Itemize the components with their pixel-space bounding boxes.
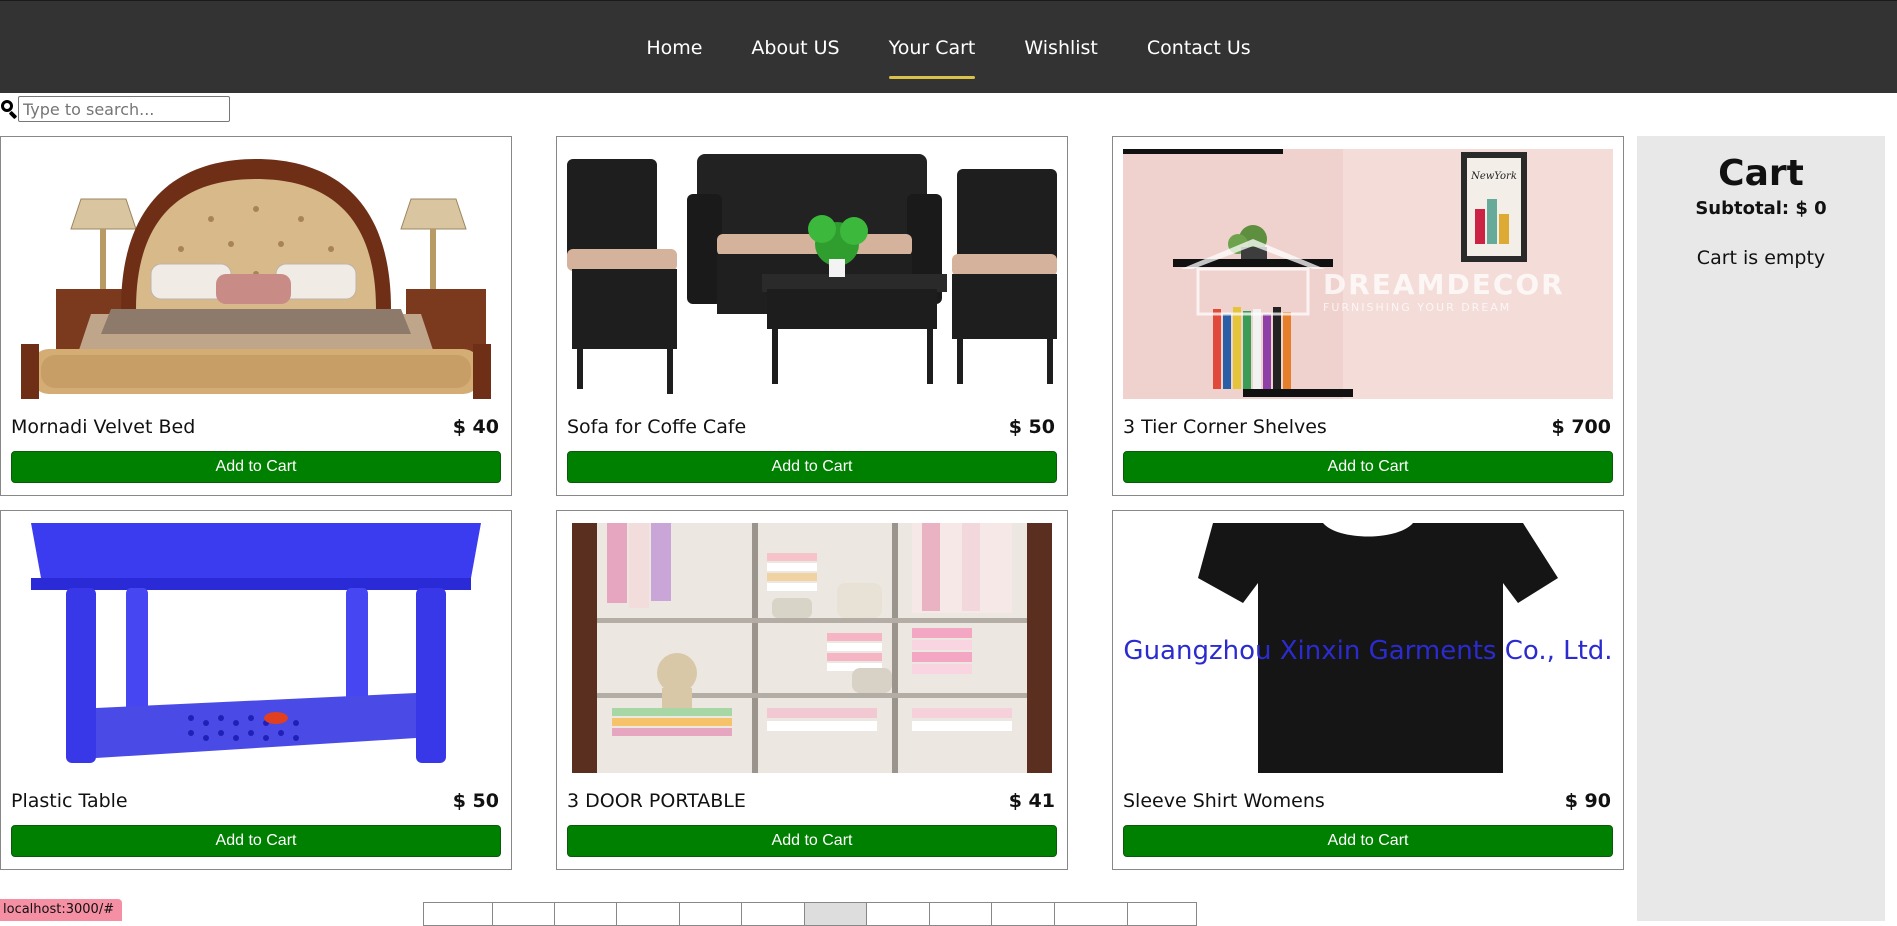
add-to-cart-button[interactable]: Add to Cart [11, 451, 501, 483]
product-card: Mornadi Velvet Bed $ 40 Add to Cart [0, 136, 512, 496]
wardrobe-illustration [567, 523, 1057, 773]
product-name: 3 Tier Corner Shelves [1123, 416, 1327, 438]
bed-illustration [11, 149, 501, 399]
add-to-cart-button[interactable]: Add to Cart [567, 825, 1057, 857]
bed-image[interactable] [11, 149, 501, 399]
nav-item-about[interactable]: About US [751, 35, 839, 61]
pagination-button-active[interactable] [804, 902, 866, 926]
product-card: Sofa for Coffe Cafe $ 50 Add to Cart [556, 136, 1068, 496]
sofa-image[interactable] [567, 149, 1057, 399]
nav-link-contact[interactable]: Contact Us [1147, 35, 1251, 61]
product-price: $ 40 [452, 416, 499, 438]
add-to-cart-button[interactable]: Add to Cart [1123, 451, 1613, 483]
cart-sidebar: Cart Subtotal: $ 0 Cart is empty [1637, 136, 1885, 921]
table-illustration [11, 523, 501, 773]
product-name: 3 DOOR PORTABLE [567, 790, 746, 812]
pagination-button[interactable] [866, 902, 929, 926]
search-icon[interactable] [0, 99, 18, 120]
pagination-button[interactable] [991, 902, 1054, 926]
pagination-button[interactable] [929, 902, 991, 926]
add-to-cart-button[interactable]: Add to Cart [1123, 825, 1613, 857]
product-card: Plastic Table $ 50 Add to Cart [0, 510, 512, 870]
nav-menu: Home About US Your Cart Wishlist Contact… [0, 1, 1897, 94]
product-price: $ 90 [1564, 790, 1611, 812]
cart-subtotal: Subtotal: $ 0 [1695, 198, 1827, 219]
status-url: localhost:3000/# [0, 899, 123, 921]
nav-item-contact[interactable]: Contact Us [1147, 35, 1251, 61]
product-card: 3 DOOR PORTABLE $ 41 Add to Cart [556, 510, 1068, 870]
product-card: Guangzhou Xinxin Garments Co., Ltd. Slee… [1112, 510, 1624, 870]
nav-link-wishlist[interactable]: Wishlist [1024, 35, 1098, 61]
pagination-button[interactable] [741, 902, 804, 926]
add-to-cart-button[interactable]: Add to Cart [567, 451, 1057, 483]
wardrobe-image[interactable] [567, 523, 1057, 773]
sofa-illustration [567, 149, 1057, 399]
pagination [423, 902, 1197, 926]
search-input[interactable] [18, 96, 230, 122]
pagination-button[interactable] [1054, 902, 1127, 926]
add-to-cart-button[interactable]: Add to Cart [11, 825, 501, 857]
product-price: $ 50 [452, 790, 499, 812]
nav-item-your-cart[interactable]: Your Cart [889, 35, 976, 61]
shirt-illustration: Guangzhou Xinxin Garments Co., Ltd. [1123, 523, 1613, 773]
shelves-illustration: NewYork DREAMDECOR FURNISHING YOUR DREAM [1123, 149, 1613, 399]
top-navbar: Home About US Your Cart Wishlist Contact… [0, 0, 1897, 93]
product-name: Sofa for Coffe Cafe [567, 416, 747, 438]
cart-title: Cart [1718, 153, 1804, 194]
pagination-button[interactable] [616, 902, 679, 926]
pagination-button[interactable] [1127, 902, 1197, 926]
shelves-image[interactable]: NewYork DREAMDECOR FURNISHING YOUR DREAM [1123, 149, 1613, 399]
product-name: Sleeve Shirt Womens [1123, 790, 1325, 812]
pagination-button[interactable] [423, 902, 492, 926]
product-price: $ 41 [1008, 790, 1055, 812]
nav-item-wishlist[interactable]: Wishlist [1024, 35, 1098, 61]
table-image[interactable] [11, 523, 501, 773]
nav-item-home[interactable]: Home [646, 35, 702, 61]
poster-text: NewYork [1470, 171, 1517, 182]
product-name: Mornadi Velvet Bed [11, 416, 196, 438]
product-name: Plastic Table [11, 790, 128, 812]
shirt-image[interactable]: Guangzhou Xinxin Garments Co., Ltd. [1123, 523, 1613, 773]
pagination-button[interactable] [492, 902, 554, 926]
watermark-subtext: FURNISHING YOUR DREAM [1323, 301, 1511, 314]
product-price: $ 700 [1551, 416, 1612, 438]
product-card: NewYork DREAMDECOR FURNISHING YOUR DREAM… [1112, 136, 1624, 496]
pagination-button[interactable] [554, 902, 616, 926]
product-price: $ 50 [1008, 416, 1055, 438]
nav-link-home[interactable]: Home [646, 35, 702, 61]
watermark-text: DREAMDECOR [1323, 268, 1565, 301]
cart-empty-message: Cart is empty [1696, 247, 1826, 269]
search-bar [0, 96, 230, 122]
nav-link-about[interactable]: About US [751, 35, 839, 61]
shirt-watermark-text: Guangzhou Xinxin Garments Co., Ltd. [1123, 636, 1612, 666]
pagination-button[interactable] [679, 902, 741, 926]
nav-link-your-cart[interactable]: Your Cart [889, 35, 976, 61]
